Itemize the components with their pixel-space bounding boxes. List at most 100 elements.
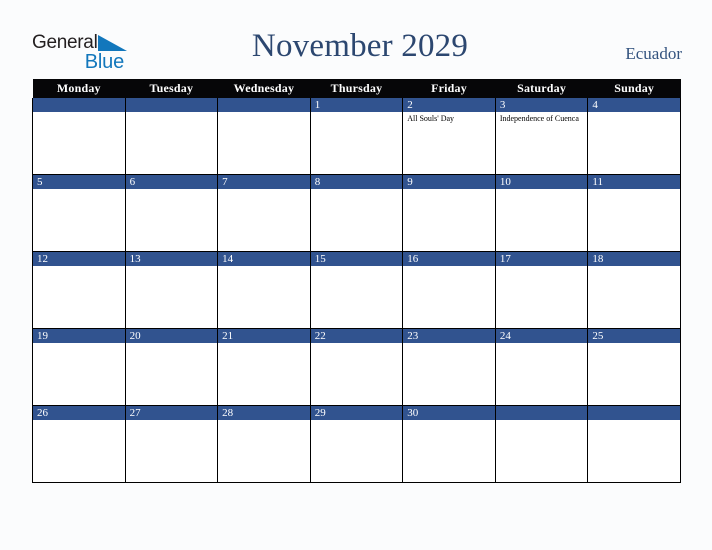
day-number: 1 xyxy=(310,98,403,112)
day-events xyxy=(403,420,495,422)
calendar-day-cell[interactable]: 20 xyxy=(124,328,219,406)
day-events xyxy=(311,266,403,268)
calendar-day-cell[interactable]: 7 xyxy=(217,174,311,252)
weekday-header-thursday: Thursday xyxy=(310,79,403,98)
calendar-day-cell[interactable]: 22 xyxy=(309,328,404,406)
calendar-day-cell[interactable]: 18 xyxy=(587,251,681,329)
day-number: 21 xyxy=(218,329,310,343)
day-number: 16 xyxy=(403,252,495,266)
calendar-day-cell[interactable]: 13 xyxy=(124,251,219,329)
day-cell-content: 15 xyxy=(310,252,403,328)
logo-bottom-row: Blue xyxy=(32,51,124,73)
weekday-header-row: Monday Tuesday Wednesday Thursday Friday Satu… xyxy=(32,79,681,98)
day-cell-content: 18 xyxy=(588,252,680,328)
day-cell-content: 7 xyxy=(218,175,310,251)
general-blue-logo: General Blue xyxy=(32,32,132,74)
day-events xyxy=(588,112,680,114)
calendar-day-cell[interactable]: 10 xyxy=(494,174,589,252)
day-number: 14 xyxy=(218,252,310,266)
day-events xyxy=(496,420,588,422)
calendar-body: 1 2 All Souls' Day 3 Independence of Cuenca 4… xyxy=(32,98,681,483)
day-cell-content: 14 xyxy=(218,252,310,328)
weekday-header-tuesday: Tuesday xyxy=(125,79,218,98)
day-number: 30 xyxy=(403,406,495,420)
day-number: 29 xyxy=(310,406,403,420)
day-cell-content: 2 All Souls' Day xyxy=(403,98,495,174)
calendar-day-cell[interactable]: 19 xyxy=(32,328,126,406)
day-number: 15 xyxy=(310,252,403,266)
day-number: 26 xyxy=(33,406,125,420)
day-events xyxy=(311,189,403,191)
calendar-day-cell[interactable]: 11 xyxy=(587,174,681,252)
day-events xyxy=(33,189,125,191)
calendar-day-cell[interactable]: 16 xyxy=(402,251,496,329)
calendar-day-cell[interactable]: 30 xyxy=(402,405,496,483)
day-cell-content: 4 xyxy=(588,98,680,174)
day-cell-content xyxy=(33,98,125,174)
day-cell-content: 21 xyxy=(218,329,310,405)
day-number: 7 xyxy=(218,175,310,189)
day-cell-content: 25 xyxy=(588,329,680,405)
day-cell-content: 11 xyxy=(588,175,680,251)
calendar-day-cell[interactable]: 2 All Souls' Day xyxy=(402,98,496,175)
calendar-day-cell[interactable]: 25 xyxy=(587,328,681,406)
day-events xyxy=(218,343,310,345)
calendar-day-cell[interactable]: 14 xyxy=(217,251,311,329)
calendar-empty-cell xyxy=(587,405,681,483)
day-cell-content: 28 xyxy=(218,406,310,482)
calendar-day-cell[interactable]: 28 xyxy=(217,405,311,483)
day-events xyxy=(311,112,403,114)
day-cell-content: 9 xyxy=(403,175,495,251)
day-number: 13 xyxy=(125,252,218,266)
page-title: November 2029 xyxy=(251,28,469,64)
day-events xyxy=(218,266,310,268)
calendar-day-cell[interactable]: 24 xyxy=(494,328,589,406)
day-events: All Souls' Day xyxy=(403,112,495,124)
day-events xyxy=(126,420,218,422)
calendar-empty-cell xyxy=(217,98,311,175)
day-number: 19 xyxy=(33,329,125,343)
day-events: Independence of Cuenca xyxy=(496,112,588,124)
day-events xyxy=(218,189,310,191)
calendar-empty-cell xyxy=(494,405,589,483)
logo-text-blue: Blue xyxy=(84,51,124,73)
day-events xyxy=(33,420,125,422)
day-number: 17 xyxy=(495,252,588,266)
day-cell-content: 12 xyxy=(33,252,125,328)
calendar-day-cell[interactable]: 29 xyxy=(309,405,404,483)
day-cell-content: 17 xyxy=(495,252,588,328)
calendar-day-cell[interactable]: 6 xyxy=(124,174,219,252)
day-number xyxy=(125,98,218,112)
day-number: 27 xyxy=(125,406,218,420)
day-events xyxy=(218,112,310,114)
calendar-empty-cell xyxy=(124,98,219,175)
day-events xyxy=(588,266,680,268)
calendar-week-row: 12 13 14 15 16 17 18 xyxy=(32,251,681,329)
calendar-day-cell[interactable]: 12 xyxy=(32,251,126,329)
calendar-day-cell[interactable]: 15 xyxy=(309,251,404,329)
calendar-day-cell[interactable]: 26 xyxy=(32,405,126,483)
calendar-day-cell[interactable]: 27 xyxy=(124,405,219,483)
day-number xyxy=(218,98,310,112)
calendar-day-cell[interactable]: 4 xyxy=(587,98,681,175)
calendar-empty-cell xyxy=(32,98,126,175)
calendar-day-cell[interactable]: 17 xyxy=(494,251,589,329)
day-cell-content xyxy=(125,98,218,174)
weekday-header-wednesday: Wednesday xyxy=(217,79,311,98)
day-number: 20 xyxy=(125,329,218,343)
day-events xyxy=(588,189,680,191)
holiday-event: All Souls' Day xyxy=(407,114,455,123)
day-cell-content: 29 xyxy=(310,406,403,482)
day-number: 11 xyxy=(588,175,680,189)
calendar-day-cell[interactable]: 1 xyxy=(309,98,404,175)
calendar-day-cell[interactable]: 23 xyxy=(402,328,496,406)
calendar-day-cell[interactable]: 8 xyxy=(309,174,404,252)
day-number: 4 xyxy=(588,98,680,112)
calendar-day-cell[interactable]: 5 xyxy=(32,174,126,252)
day-number: 2 xyxy=(403,98,495,112)
calendar-day-cell[interactable]: 3 Independence of Cuenca xyxy=(494,98,589,175)
day-number xyxy=(588,406,680,420)
calendar-day-cell[interactable]: 21 xyxy=(217,328,311,406)
day-number: 9 xyxy=(403,175,495,189)
calendar-day-cell[interactable]: 9 xyxy=(402,174,496,252)
